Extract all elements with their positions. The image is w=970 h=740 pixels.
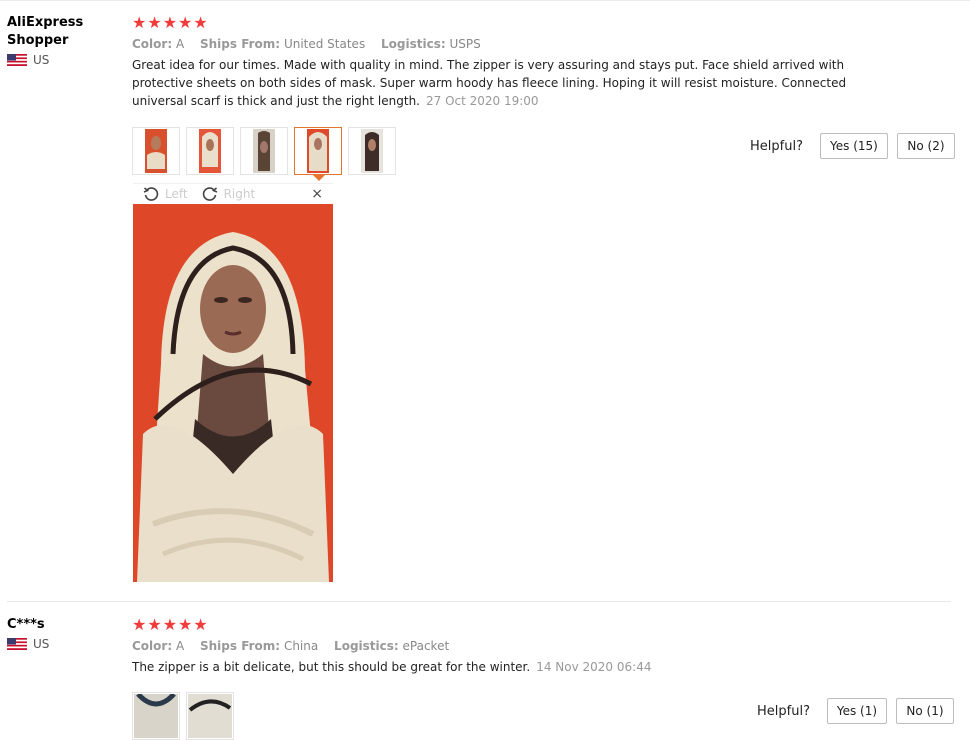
- review-date: 27 Oct 2020 19:00: [425, 94, 539, 108]
- photo-thumbnail[interactable]: [132, 692, 180, 740]
- thumbnail-image: [361, 129, 383, 173]
- star-rating: ★ ★ ★ ★ ★: [132, 616, 952, 634]
- ships-from-label: Ships From:: [200, 37, 281, 51]
- us-flag-icon: [7, 638, 27, 650]
- rotate-right-label: Right: [223, 187, 256, 201]
- star-icon: ★: [132, 13, 147, 32]
- star-icon: ★: [178, 615, 193, 634]
- photo-thumbnail[interactable]: [348, 127, 396, 175]
- star-icon: ★: [162, 13, 178, 32]
- rotate-left-label: Left: [165, 187, 188, 201]
- photo-thumbnail[interactable]: [186, 127, 234, 175]
- photo-thumbnails: [132, 692, 240, 740]
- ships-from-value: China: [283, 639, 319, 653]
- helpful-label: Helpful?: [757, 703, 810, 719]
- rotate-right-icon: [202, 187, 217, 201]
- star-icon: ★: [147, 615, 162, 634]
- review-content: ★ ★ ★ ★ ★ Color: A Ships From: United St…: [132, 14, 952, 110]
- review-body: The zipper is a bit delicate, but this s…: [132, 660, 531, 674]
- rotate-left-control[interactable]: Left: [143, 186, 188, 202]
- thumbnail-image: [134, 694, 178, 738]
- photo-thumbnail-active[interactable]: [294, 127, 342, 181]
- reviewer-name: C***s: [7, 617, 45, 632]
- top-divider: [0, 0, 970, 1]
- helpful-label: Helpful?: [750, 138, 803, 154]
- thumbnail-image: [188, 694, 232, 738]
- reviewer-country: US: [7, 53, 117, 67]
- photo-thumbnail[interactable]: [240, 127, 288, 175]
- star-icon: ★: [178, 13, 193, 32]
- order-meta: Color: A Ships From: United States Logis…: [132, 37, 952, 51]
- color-value: A: [175, 37, 185, 51]
- star-icon: ★: [132, 615, 147, 634]
- thumbnail-image: [307, 129, 329, 173]
- photo-thumbnail[interactable]: [132, 127, 180, 175]
- helpful-vote: Helpful? Yes (15) No (2): [750, 133, 955, 159]
- color-value: A: [175, 639, 185, 653]
- photo-thumbnail[interactable]: [186, 692, 234, 740]
- reviewer-info: C***s US: [7, 616, 117, 651]
- reviewer-country: US: [7, 637, 117, 651]
- logistics-label: Logistics:: [381, 37, 446, 51]
- review-text: Great idea for our times. Made with qual…: [132, 56, 867, 110]
- review-date: 14 Nov 2020 06:44: [536, 660, 652, 674]
- review-divider: [7, 601, 951, 602]
- color-label: Color:: [132, 37, 173, 51]
- logistics-label: Logistics:: [334, 639, 399, 653]
- country-code: US: [33, 53, 50, 67]
- thumbnail-image: [145, 129, 167, 173]
- helpful-no-button[interactable]: No (2): [896, 133, 955, 159]
- helpful-yes-button[interactable]: Yes (1): [826, 698, 887, 724]
- star-icon: ★: [147, 13, 162, 32]
- star-rating: ★ ★ ★ ★ ★: [132, 14, 952, 32]
- helpful-no-button[interactable]: No (1): [895, 698, 954, 724]
- star-icon: ★: [162, 615, 178, 634]
- thumbnail-image: [199, 129, 221, 173]
- rotate-left-icon: [143, 187, 159, 201]
- thumbnail-image: [253, 129, 275, 173]
- close-icon[interactable]: ×: [311, 186, 323, 202]
- order-meta: Color: A Ships From: China Logistics: eP…: [132, 639, 952, 653]
- country-code: US: [33, 637, 50, 651]
- color-label: Color:: [132, 639, 173, 653]
- us-flag-icon: [7, 54, 27, 66]
- star-icon: ★: [193, 615, 208, 634]
- logistics-value: ePacket: [402, 639, 450, 653]
- photo-thumbnails: [132, 127, 402, 181]
- enlarged-review-photo[interactable]: [133, 204, 333, 582]
- ships-from-label: Ships From:: [200, 639, 281, 653]
- logistics-value: USPS: [449, 37, 481, 51]
- reviewer-name: AliExpress Shopper: [7, 15, 84, 48]
- star-icon: ★: [193, 13, 208, 32]
- rotate-right-control[interactable]: Right: [202, 186, 256, 202]
- photo-viewer-toolbar: Left Right ×: [133, 183, 333, 204]
- ships-from-value: United States: [283, 37, 366, 51]
- reviewer-info: AliExpress Shopper US: [7, 14, 117, 67]
- helpful-yes-button[interactable]: Yes (15): [819, 133, 888, 159]
- helpful-vote: Helpful? Yes (1) No (1): [757, 698, 954, 724]
- review-content: ★ ★ ★ ★ ★ Color: A Ships From: China Log…: [132, 616, 952, 676]
- review-text: The zipper is a bit delicate, but this s…: [132, 658, 867, 676]
